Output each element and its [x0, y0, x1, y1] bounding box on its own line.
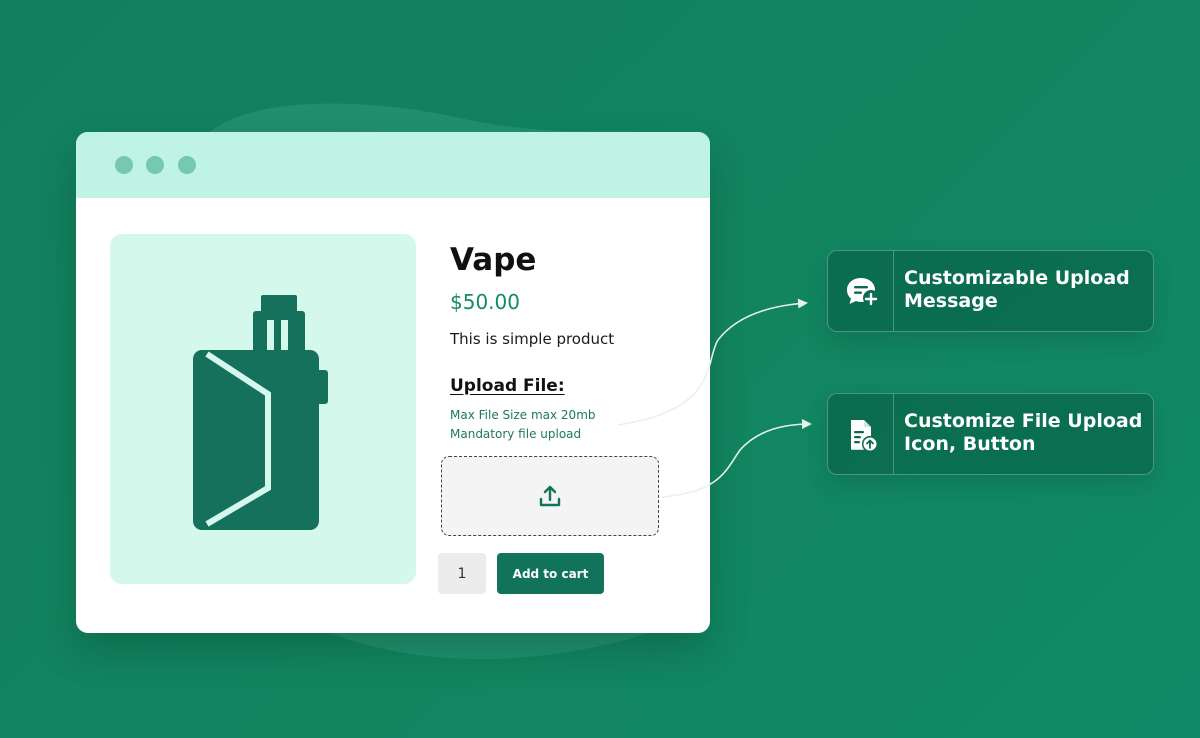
window-dot-maximize: [178, 156, 196, 174]
vape-icon: [193, 295, 328, 530]
window-dot-minimize: [146, 156, 164, 174]
upload-dropzone[interactable]: [441, 456, 659, 536]
feature-title-line-2: Message: [904, 290, 998, 312]
product-price: $50.00: [450, 290, 520, 314]
upload-mandatory-note: Mandatory file upload: [450, 427, 582, 441]
product-image: [110, 234, 416, 584]
feature-title-line-2: Icon, Button: [904, 433, 1036, 455]
feature-text: Customizable Upload Message: [904, 267, 1144, 313]
upload-max-size-note: Max File Size max 20mb: [450, 408, 596, 422]
product-title: Vape: [450, 242, 537, 278]
add-to-cart-button[interactable]: Add to cart: [497, 553, 604, 594]
chat-add-icon: [847, 278, 878, 306]
feature-icon-box: [828, 394, 894, 474]
feature-card-upload-message: Customizable Upload Message: [827, 250, 1154, 332]
feature-icon-box: [828, 251, 894, 331]
browser-window: Vape $50.00 This is simple product Uploa…: [76, 132, 710, 633]
window-dot-close: [115, 156, 133, 174]
file-upload-icon: [851, 420, 877, 451]
upload-heading: Upload File:: [450, 376, 565, 396]
feature-text: Customize File Upload Icon, Button: [904, 410, 1144, 456]
feature-title-line-1: Customize File Upload: [904, 410, 1143, 432]
product-description: This is simple product: [450, 330, 615, 348]
quantity-input[interactable]: [438, 553, 486, 594]
window-titlebar: [76, 132, 710, 198]
feature-card-upload-icon: Customize File Upload Icon, Button: [827, 393, 1154, 475]
upload-icon: [539, 485, 561, 507]
feature-title-line-1: Customizable Upload: [904, 267, 1130, 289]
